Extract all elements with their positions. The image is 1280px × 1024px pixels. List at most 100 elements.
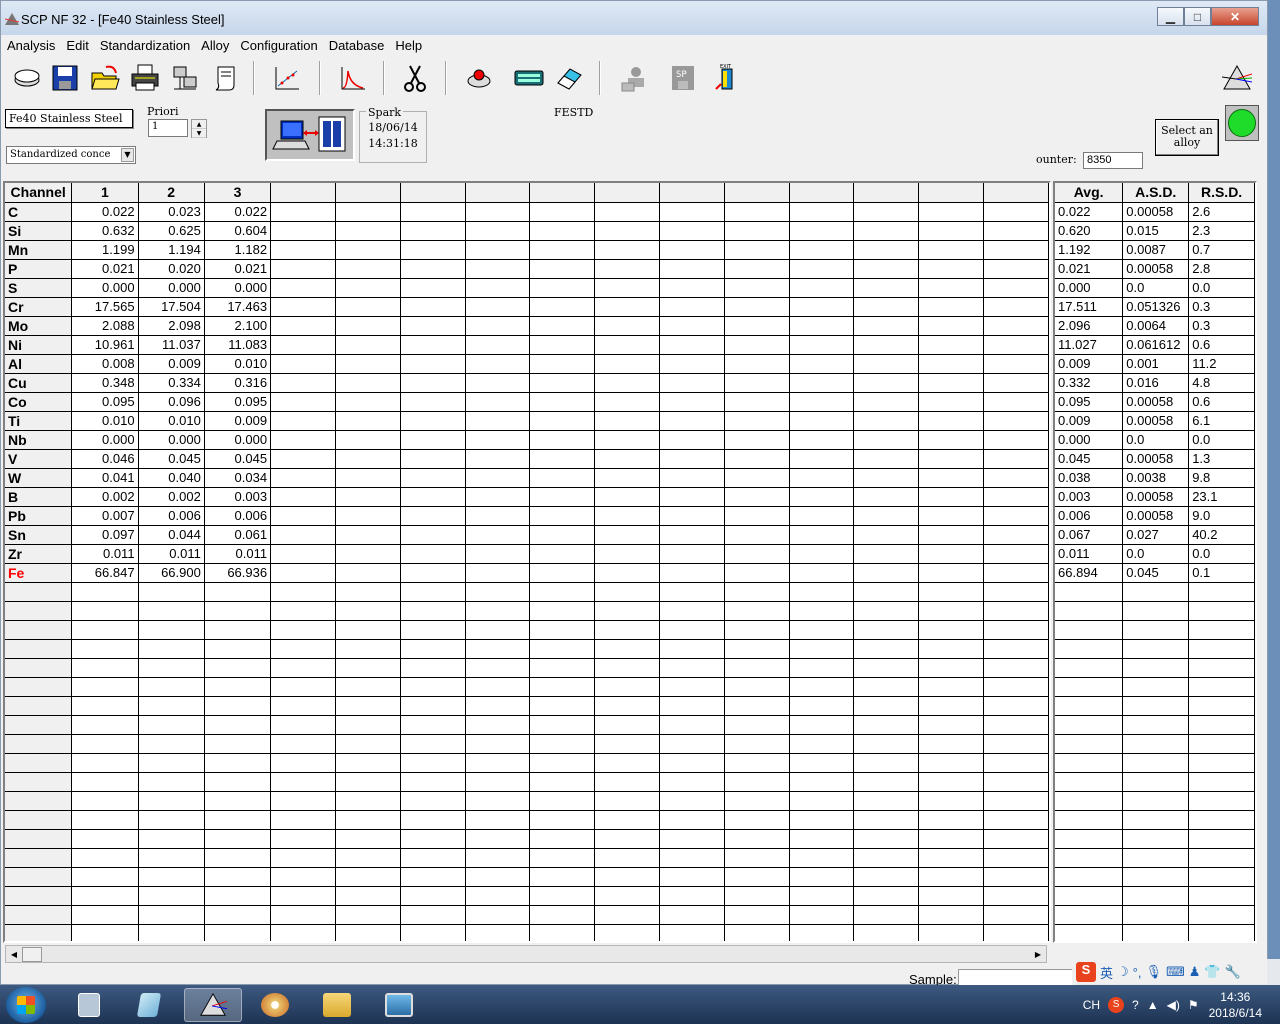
stat-cell[interactable]: 0.00058: [1122, 202, 1190, 222]
empty-row[interactable]: [5, 582, 1049, 602]
table-cell[interactable]: [918, 411, 985, 431]
table-cell[interactable]: [853, 563, 920, 583]
table-cell[interactable]: [400, 335, 466, 355]
table-cell[interactable]: [983, 506, 1049, 526]
table-row[interactable]: W 0.041 0.040 0.034: [5, 468, 1049, 488]
table-cell[interactable]: [724, 639, 790, 659]
stat-cell[interactable]: [1122, 886, 1190, 906]
table-cell[interactable]: 1.194: [138, 240, 205, 260]
table-cell[interactable]: [465, 468, 531, 488]
table-cell[interactable]: [529, 867, 596, 887]
table-cell[interactable]: [594, 810, 660, 830]
stat-cell[interactable]: [1122, 772, 1190, 792]
table-cell[interactable]: [270, 297, 336, 317]
empty-row[interactable]: [1055, 772, 1255, 792]
table-cell[interactable]: 66.847: [71, 563, 139, 583]
table-cell[interactable]: [918, 772, 985, 792]
table-cell[interactable]: [335, 696, 401, 716]
column-header-empty[interactable]: [918, 183, 985, 203]
table-cell[interactable]: [465, 259, 531, 279]
table-cell[interactable]: [71, 639, 139, 659]
table-cell[interactable]: [789, 563, 855, 583]
table-row[interactable]: Cr 17.565 17.504 17.463: [5, 297, 1049, 317]
column-header-empty[interactable]: [335, 183, 401, 203]
table-cell[interactable]: [724, 506, 790, 526]
empty-row[interactable]: [1055, 658, 1255, 678]
table-cell[interactable]: [594, 677, 660, 697]
stat-row[interactable]: 0.000 0.0 0.0: [1055, 430, 1255, 450]
table-cell[interactable]: [918, 715, 985, 735]
table-cell[interactable]: [594, 240, 660, 260]
table-cell[interactable]: 0.348: [71, 373, 139, 393]
stat-cell[interactable]: [1188, 753, 1255, 773]
table-cell[interactable]: 0.045: [204, 449, 272, 469]
empty-row[interactable]: [5, 734, 1049, 754]
table-cell[interactable]: [789, 335, 855, 355]
table-cell[interactable]: [983, 620, 1049, 640]
table-row[interactable]: B 0.002 0.002 0.003: [5, 487, 1049, 507]
column-header-empty[interactable]: [659, 183, 725, 203]
stat-cell[interactable]: 9.8: [1188, 468, 1255, 488]
skin-icon[interactable]: ♟: [1189, 964, 1201, 980]
stat-row[interactable]: 0.332 0.016 4.8: [1055, 373, 1255, 393]
table-cell[interactable]: [594, 658, 660, 678]
table-row[interactable]: Sn 0.097 0.044 0.061: [5, 525, 1049, 545]
stat-cell[interactable]: 0.6: [1188, 392, 1255, 412]
table-cell[interactable]: 0.002: [71, 487, 139, 507]
table-row[interactable]: Mo 2.088 2.098 2.100: [5, 316, 1049, 336]
table-cell[interactable]: [400, 487, 466, 507]
table-cell[interactable]: [659, 753, 725, 773]
table-cell[interactable]: [594, 373, 660, 393]
table-cell[interactable]: [853, 924, 920, 941]
table-cell[interactable]: 0.044: [138, 525, 205, 545]
table-cell[interactable]: [724, 468, 790, 488]
alloy-name-field[interactable]: Fe40 Stainless Steel: [5, 109, 133, 128]
table-cell[interactable]: [335, 563, 401, 583]
empty-row[interactable]: [1055, 924, 1255, 941]
table-cell[interactable]: [983, 373, 1049, 393]
spectrometer-link-button[interactable]: [265, 109, 355, 161]
table-cell[interactable]: [400, 772, 466, 792]
stat-cell[interactable]: 0.1: [1188, 563, 1255, 583]
table-cell[interactable]: 0.034: [204, 468, 272, 488]
table-cell[interactable]: [335, 449, 401, 469]
stat-row[interactable]: 0.067 0.027 40.2: [1055, 525, 1255, 545]
table-cell[interactable]: [5, 924, 73, 941]
table-cell[interactable]: [853, 240, 920, 260]
table-cell[interactable]: [789, 886, 855, 906]
table-cell[interactable]: [918, 620, 985, 640]
table-cell[interactable]: [659, 658, 725, 678]
table-cell[interactable]: [71, 886, 139, 906]
table-cell[interactable]: [918, 867, 985, 887]
table-cell[interactable]: [724, 202, 790, 222]
table-cell[interactable]: [204, 905, 272, 925]
table-cell[interactable]: [853, 677, 920, 697]
stat-cell[interactable]: [1055, 848, 1124, 868]
stat-cell[interactable]: [1188, 924, 1255, 941]
table-cell[interactable]: [594, 829, 660, 849]
table-cell[interactable]: [853, 886, 920, 906]
table-cell[interactable]: [270, 639, 336, 659]
table-cell[interactable]: [724, 905, 790, 925]
table-cell[interactable]: [270, 430, 336, 450]
stat-cell[interactable]: [1122, 639, 1190, 659]
scroll-left-icon[interactable]: ◀: [7, 948, 21, 961]
menu-configuration[interactable]: Configuration: [234, 36, 322, 56]
prism-button[interactable]: [1219, 59, 1255, 97]
table-cell[interactable]: [465, 221, 531, 241]
stat-cell[interactable]: [1055, 886, 1124, 906]
table-cell[interactable]: [400, 734, 466, 754]
table-cell[interactable]: [724, 753, 790, 773]
table-cell[interactable]: 0.097: [71, 525, 139, 545]
table-cell[interactable]: [983, 658, 1049, 678]
table-cell[interactable]: [335, 886, 401, 906]
table-cell[interactable]: [789, 829, 855, 849]
table-cell[interactable]: [724, 392, 790, 412]
stat-cell[interactable]: [1188, 829, 1255, 849]
table-cell[interactable]: [529, 601, 596, 621]
table-cell[interactable]: [789, 430, 855, 450]
table-cell[interactable]: [71, 848, 139, 868]
table-cell[interactable]: [270, 202, 336, 222]
stat-cell[interactable]: [1055, 639, 1124, 659]
table-cell[interactable]: [789, 525, 855, 545]
